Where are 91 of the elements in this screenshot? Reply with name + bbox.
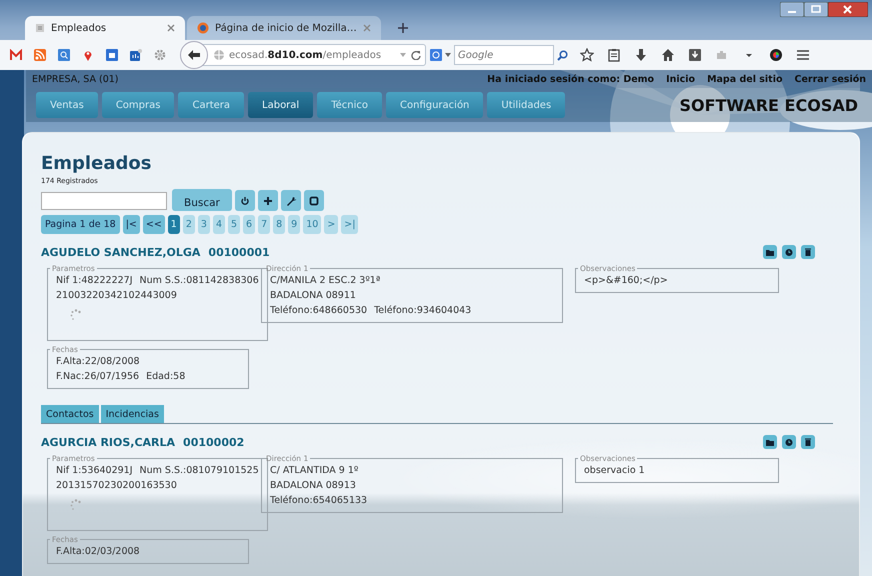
back-button[interactable] xyxy=(180,41,208,69)
header-link[interactable]: Inicio xyxy=(666,74,696,84)
nav-tab[interactable]: Técnico xyxy=(317,92,382,118)
session-text: Ha iniciado sesión como: Demo xyxy=(487,74,654,84)
employee-code: 00100002 xyxy=(183,436,244,448)
field-text: 21003220342102443009 xyxy=(56,289,177,303)
tools-button[interactable] xyxy=(280,190,301,211)
plus-icon[interactable] xyxy=(396,22,409,34)
globe-icon xyxy=(213,49,225,61)
search-engine-icon xyxy=(430,49,442,61)
field-text: Num S.S.:081142838306 xyxy=(140,274,259,288)
nav-tab[interactable]: Compras xyxy=(102,92,174,118)
field-text: Edad:58 xyxy=(146,370,186,384)
address-field[interactable]: ecosad.8d10.com/empleados xyxy=(202,44,426,66)
field-text: Num S.S.:081079101525 xyxy=(140,464,259,478)
save-square-icon[interactable] xyxy=(688,48,702,62)
chart-square-icon[interactable] xyxy=(130,49,142,61)
add-button[interactable] xyxy=(258,190,278,211)
record-tab[interactable]: Contactos xyxy=(41,405,99,423)
globe-icon xyxy=(197,22,209,34)
field-text: Teléfono:648660530 xyxy=(270,304,368,318)
back-arrow-icon xyxy=(187,49,201,61)
nav-tab[interactable]: Laboral xyxy=(248,92,314,118)
employee-name[interactable]: AGURCIA RIOS,CARLA xyxy=(41,436,176,448)
trash-icon[interactable] xyxy=(801,245,815,259)
search-button[interactable]: Buscar xyxy=(172,189,232,211)
nav-tab[interactable]: Ventas xyxy=(36,92,98,118)
employee-name[interactable]: AGUDELO SANCHEZ,OLGA xyxy=(41,246,200,258)
nav-tab[interactable]: Configuración xyxy=(386,92,484,118)
map-pin-icon[interactable] xyxy=(82,49,94,61)
rss-icon[interactable] xyxy=(34,49,46,61)
field-text: F.Alta:22/08/2008 xyxy=(56,355,140,369)
menu-icon[interactable] xyxy=(796,48,810,62)
color-wheel-icon[interactable] xyxy=(769,48,783,62)
field-text: F.Nac:26/07/1956 xyxy=(56,370,140,384)
close-icon[interactable] xyxy=(828,2,868,17)
field-text: Nif 1:48222227J xyxy=(56,274,133,288)
refresh-button[interactable] xyxy=(234,190,255,211)
nav-tab[interactable]: Cartera xyxy=(178,92,244,118)
clipboard-icon[interactable] xyxy=(607,48,621,62)
field-text: Teléfono:654065133 xyxy=(270,494,368,508)
field-text: C/ ATLANTIDA 9 1º xyxy=(270,464,358,478)
field-text: Nif 1:53640291J xyxy=(56,464,133,478)
page-icon xyxy=(35,23,45,33)
page-title: Empleados xyxy=(41,153,152,175)
trash-icon[interactable] xyxy=(801,435,815,449)
nav-tab[interactable]: Utilidades xyxy=(487,92,566,118)
search-field[interactable]: Google xyxy=(454,45,554,65)
plus-icon xyxy=(262,196,273,206)
search-icon[interactable] xyxy=(557,50,568,60)
search-field[interactable] xyxy=(41,192,167,210)
spinner-icon xyxy=(70,309,82,321)
header-link[interactable]: Mapa del sitio xyxy=(707,74,782,84)
reload-icon[interactable] xyxy=(411,50,421,60)
clock-icon[interactable] xyxy=(782,435,796,449)
spinner-icon xyxy=(70,499,82,511)
clock-icon[interactable] xyxy=(782,245,796,259)
employee-code: 00100001 xyxy=(208,246,270,258)
field-text: Teléfono:934604043 xyxy=(374,304,472,318)
brand-title: SOFTWARE ECOSAD xyxy=(679,96,858,114)
field-text: C/MANILA 2 ESC.2 3º1ª xyxy=(270,274,380,288)
field-text: BADALONA 08913 xyxy=(270,479,356,493)
header-link[interactable]: Cerrar sesión xyxy=(794,74,866,84)
field-text: BADALONA 08911 xyxy=(270,289,356,303)
star-icon[interactable] xyxy=(580,48,594,62)
copy-button[interactable] xyxy=(304,190,324,211)
page-button[interactable]: << xyxy=(142,215,165,234)
calendar-icon[interactable] xyxy=(106,49,118,61)
page-button[interactable]: |< xyxy=(122,215,140,234)
browser-tab[interactable]: Página de inicio de Mozilla… xyxy=(187,16,381,40)
mail-icon[interactable] xyxy=(10,49,22,61)
maximize-icon[interactable] xyxy=(804,2,828,17)
home-icon[interactable] xyxy=(661,48,675,62)
gear-icon[interactable] xyxy=(154,49,166,61)
field-text: <p>&#160;</p> xyxy=(584,274,668,288)
dropdown-icon[interactable] xyxy=(445,53,451,57)
wrench-icon xyxy=(286,196,296,206)
browser-tab[interactable]: Empleados xyxy=(25,16,185,40)
company-name: EMPRESA, SA (01) xyxy=(32,74,119,84)
field-text: F.Alta:02/03/2008 xyxy=(56,545,140,559)
folder-icon[interactable] xyxy=(763,245,777,259)
field-text: observacio 1 xyxy=(584,464,645,478)
record-tab[interactable]: Incidencias xyxy=(100,405,164,423)
folder-icon[interactable] xyxy=(763,435,777,449)
field-text: 20131570230200163530 xyxy=(56,479,177,493)
page-button[interactable]: 1 xyxy=(168,215,180,234)
search-square-icon[interactable] xyxy=(58,49,70,61)
download-icon[interactable] xyxy=(634,48,648,62)
page-indicator: Pagina 1 de 18 xyxy=(41,215,120,234)
square-icon xyxy=(308,196,319,206)
minimize-icon[interactable] xyxy=(780,2,804,17)
